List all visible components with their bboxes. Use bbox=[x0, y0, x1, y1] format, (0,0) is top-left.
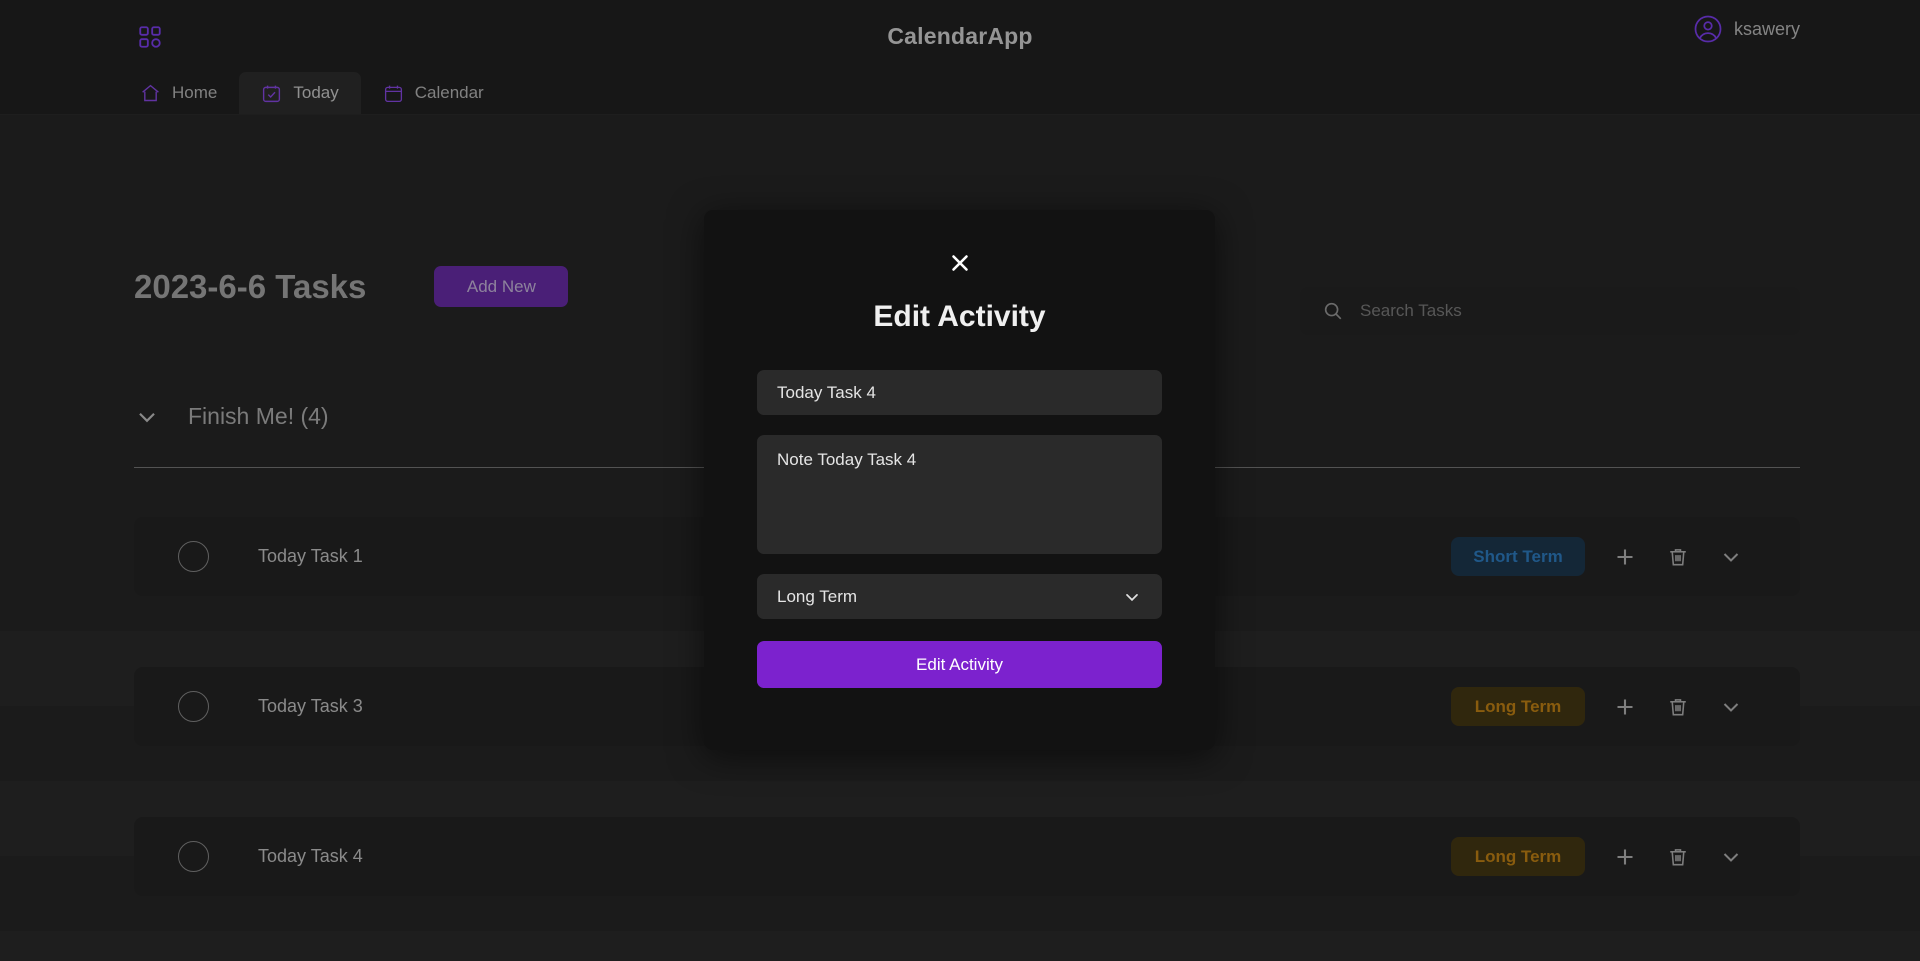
activity-term-select[interactable]: Long Term bbox=[757, 574, 1162, 619]
modal-title: Edit Activity bbox=[873, 300, 1046, 333]
activity-note-textarea[interactable]: Note Today Task 4 bbox=[757, 435, 1162, 554]
activity-term-value: Long Term bbox=[777, 586, 858, 606]
activity-name-input[interactable] bbox=[757, 370, 1162, 415]
chevron-down-icon bbox=[1122, 587, 1142, 607]
modal-body: Note Today Task 4 Long Term Edit Activit… bbox=[757, 370, 1162, 688]
edit-activity-modal: Edit Activity Note Today Task 4 Long Ter… bbox=[704, 210, 1215, 750]
close-x-icon[interactable] bbox=[943, 246, 977, 280]
app-root: CalendarApp ksawery Home Today Calendar … bbox=[0, 0, 1920, 961]
edit-activity-submit-button[interactable]: Edit Activity bbox=[757, 641, 1162, 688]
